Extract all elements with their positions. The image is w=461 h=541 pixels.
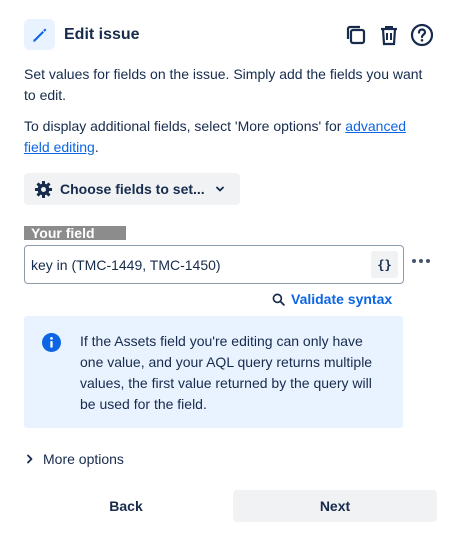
info-icon	[42, 333, 61, 352]
pencil-icon	[24, 19, 55, 50]
chevron-down-icon	[214, 183, 226, 195]
more-actions-icon[interactable]	[410, 254, 432, 268]
gear-icon	[34, 180, 53, 199]
description-text: Set values for fields on the issue. Simp…	[24, 66, 423, 103]
modal-title: Edit issue	[64, 26, 140, 43]
field-label: Your field	[24, 226, 126, 240]
copy-icon[interactable]	[343, 21, 369, 49]
more-options-toggle[interactable]: More options	[26, 451, 124, 467]
trash-icon[interactable]	[376, 21, 402, 49]
field-value-text: key in (TMC-1449, TMC-1450)	[31, 257, 221, 273]
validate-syntax-link[interactable]: Validate syntax	[272, 291, 392, 307]
help-icon[interactable]	[409, 21, 435, 49]
modal-header: Edit issue	[24, 19, 436, 51]
info-message: If the Assets field you're editing can o…	[24, 316, 403, 428]
chevron-right-icon	[26, 454, 34, 464]
validate-syntax-label: Validate syntax	[291, 291, 393, 307]
advanced-editing-text: To display additional fields, select 'Mo…	[24, 118, 407, 155]
more-options-label: More options	[43, 451, 124, 467]
choose-fields-label: Choose fields to set...	[60, 181, 205, 197]
field-value-input[interactable]: key in (TMC-1449, TMC-1450) {}	[24, 245, 404, 284]
json-editor-button[interactable]: {}	[371, 251, 398, 278]
next-button[interactable]: Next	[233, 490, 437, 522]
choose-fields-button[interactable]: Choose fields to set...	[24, 173, 240, 205]
search-icon	[272, 293, 285, 306]
back-button[interactable]: Back	[24, 490, 228, 522]
info-text: If the Assets field you're editing can o…	[80, 333, 373, 412]
